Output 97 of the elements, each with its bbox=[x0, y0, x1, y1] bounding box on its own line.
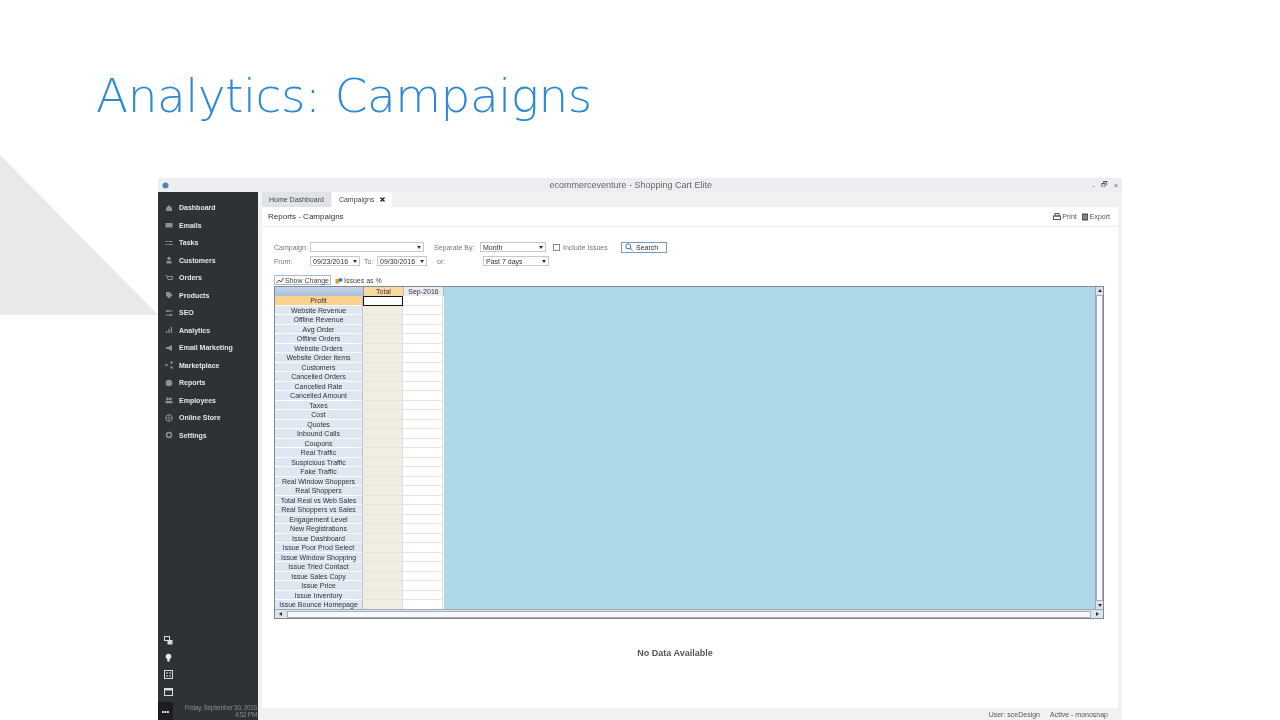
app-icon bbox=[162, 181, 169, 189]
lightbulb-icon[interactable] bbox=[164, 653, 173, 662]
table-cell bbox=[363, 296, 403, 306]
table-cell bbox=[363, 391, 403, 401]
calculator-icon[interactable] bbox=[164, 670, 173, 679]
table-cell bbox=[403, 562, 443, 572]
megaphone-icon bbox=[165, 343, 173, 352]
table-cell bbox=[363, 410, 403, 420]
table-cell bbox=[363, 486, 403, 496]
table-cell bbox=[403, 467, 443, 477]
table-cell bbox=[403, 448, 443, 458]
table-cell bbox=[403, 486, 443, 496]
table-cell bbox=[363, 533, 403, 543]
tag-icon bbox=[165, 291, 173, 300]
calendar-icon[interactable] bbox=[164, 687, 173, 696]
table-cell bbox=[363, 457, 403, 467]
table-cell bbox=[403, 552, 443, 562]
close-icon[interactable] bbox=[380, 197, 386, 202]
windows-icon[interactable] bbox=[164, 636, 173, 645]
table-cell bbox=[403, 419, 443, 429]
table-cell bbox=[363, 581, 403, 591]
table-cell bbox=[403, 400, 443, 410]
gear-icon bbox=[165, 431, 173, 440]
table-cell bbox=[403, 514, 443, 524]
table-cell bbox=[363, 505, 403, 515]
table-cell bbox=[403, 305, 443, 315]
person-icon bbox=[165, 256, 173, 265]
table-cell bbox=[363, 343, 403, 353]
page-title: Reports - Campaigns bbox=[268, 212, 344, 221]
document-icon bbox=[1080, 212, 1089, 221]
horizontal-scrollbar[interactable] bbox=[275, 609, 1103, 618]
table-cell bbox=[403, 505, 443, 515]
table-cell bbox=[363, 600, 403, 610]
table-cell bbox=[403, 476, 443, 486]
table-cell bbox=[363, 429, 403, 439]
table-cell bbox=[403, 524, 443, 534]
table-cell bbox=[403, 324, 443, 334]
mail-icon bbox=[165, 221, 173, 230]
people-icon bbox=[165, 396, 173, 405]
empty-message: No Data Available bbox=[637, 648, 714, 658]
printer-icon bbox=[1053, 212, 1062, 221]
line-chart-icon bbox=[276, 276, 284, 284]
table-cell bbox=[363, 381, 403, 391]
table-cell bbox=[363, 353, 403, 363]
table-cell bbox=[403, 581, 443, 591]
table-cell bbox=[403, 543, 443, 553]
table-cell bbox=[363, 448, 403, 458]
table-cell bbox=[363, 362, 403, 372]
table-cell bbox=[363, 467, 403, 477]
table-cell bbox=[403, 457, 443, 467]
table-cell bbox=[363, 438, 403, 448]
table-cell bbox=[363, 476, 403, 486]
table-cell bbox=[403, 391, 443, 401]
percent-icon bbox=[335, 276, 343, 284]
table-cell bbox=[403, 438, 443, 448]
slide-title: Analytics: Campaigns bbox=[96, 70, 592, 122]
table-cell bbox=[403, 429, 443, 439]
table-cell bbox=[363, 543, 403, 553]
table-cell bbox=[363, 419, 403, 429]
sliders-icon bbox=[165, 308, 173, 317]
search-icon bbox=[625, 243, 633, 251]
tasks-icon bbox=[165, 238, 173, 247]
home-icon bbox=[165, 203, 173, 212]
table-cell bbox=[363, 400, 403, 410]
checkbox[interactable] bbox=[553, 243, 560, 251]
table-cell bbox=[363, 324, 403, 334]
table-cell bbox=[363, 372, 403, 382]
pie-icon bbox=[165, 378, 173, 387]
table-cell bbox=[403, 495, 443, 505]
table-cell bbox=[403, 343, 443, 353]
table-cell bbox=[403, 533, 443, 543]
table-cell bbox=[403, 372, 443, 382]
table-cell bbox=[403, 410, 443, 420]
bars-icon bbox=[165, 326, 173, 335]
table-cell bbox=[363, 305, 403, 315]
table-cell bbox=[363, 524, 403, 534]
table-cell bbox=[403, 590, 443, 600]
table-cell bbox=[363, 552, 403, 562]
table-cell bbox=[363, 571, 403, 581]
globe-icon bbox=[165, 413, 173, 422]
table-cell bbox=[403, 296, 443, 306]
table-cell bbox=[363, 562, 403, 572]
table-cell bbox=[403, 353, 443, 363]
window-title: ecommerceventure - Shopping Cart Elite bbox=[548, 180, 714, 190]
table-cell bbox=[363, 334, 403, 344]
table-cell bbox=[363, 495, 403, 505]
table-cell bbox=[403, 571, 443, 581]
table-cell bbox=[403, 381, 443, 391]
cart-icon bbox=[165, 273, 173, 282]
table-cell bbox=[403, 334, 443, 344]
table-cell bbox=[403, 362, 443, 372]
table-cell bbox=[363, 590, 403, 600]
share-icon bbox=[165, 361, 173, 370]
vertical-scrollbar[interactable] bbox=[1095, 287, 1103, 609]
table-cell bbox=[403, 315, 443, 325]
table-cell bbox=[363, 514, 403, 524]
table-cell bbox=[363, 315, 403, 325]
